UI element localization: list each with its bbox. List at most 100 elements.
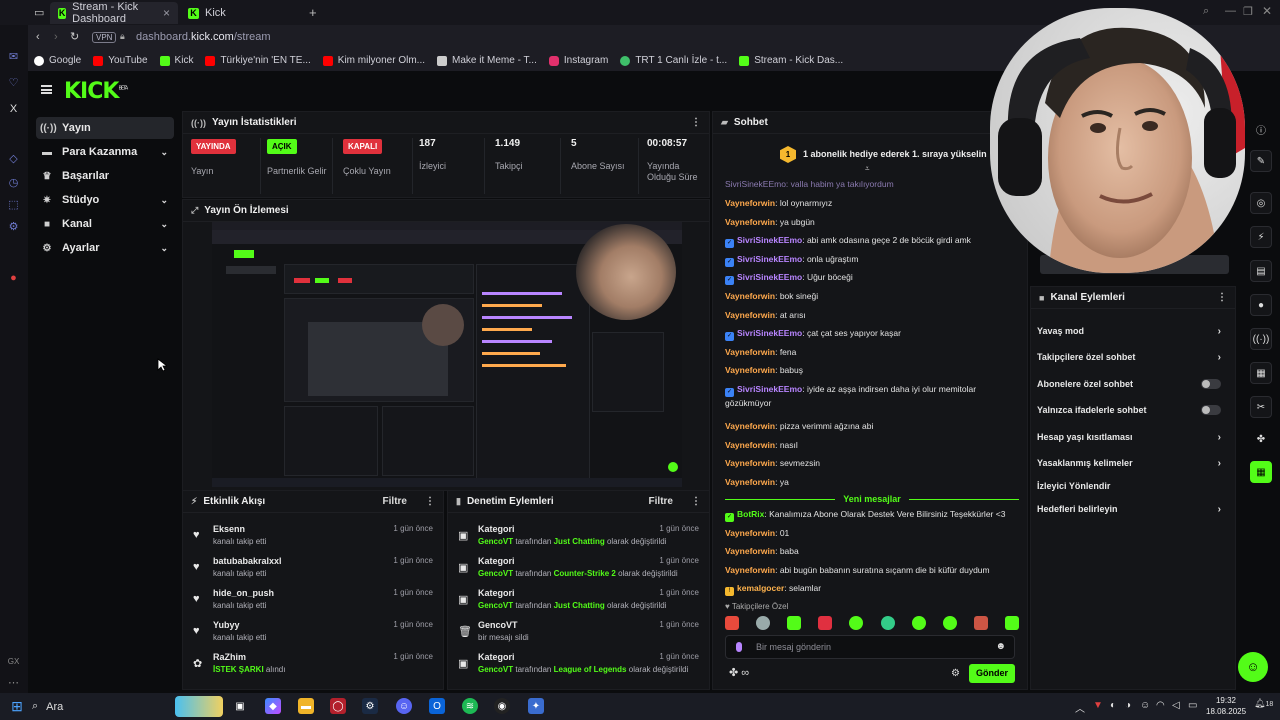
chat-bubble-icon[interactable]: ● — [1250, 294, 1272, 316]
channel-action-item[interactable]: Yasaklanmış kelimeler › — [1037, 452, 1221, 474]
chat-username[interactable]: kemalgocer — [737, 583, 784, 593]
emote-icon[interactable] — [725, 616, 739, 630]
more-options-icon[interactable]: ⋮ — [1217, 292, 1227, 303]
nav-item-yayin[interactable]: ((·)) Yayın — [36, 117, 174, 139]
channel-action-item[interactable]: Takipçilere özel sohbet › — [1037, 346, 1221, 368]
obs-icon[interactable]: ◉ — [494, 698, 510, 714]
chat-settings-icon[interactable]: ⚙ — [951, 668, 960, 679]
cube-icon[interactable]: ◇ — [7, 153, 20, 166]
activity-user[interactable]: batubabakralxxl — [213, 556, 282, 566]
nav-item-basarilar[interactable]: ♛ Başarılar — [36, 165, 174, 187]
wrench-icon[interactable]: ✂ — [1250, 396, 1272, 418]
tab-kick[interactable]: K Kick — [180, 2, 300, 24]
emote-icon[interactable] — [880, 616, 895, 630]
emote-icon[interactable] — [1004, 616, 1019, 630]
tray-discord-icon[interactable]: ☺ — [1140, 700, 1150, 711]
app-icon[interactable]: ✦ — [528, 698, 544, 714]
dashboard-icon[interactable]: ▦ — [1250, 461, 1272, 483]
notifications-icon[interactable]: 🔔︎18 — [1254, 698, 1273, 709]
activity-user[interactable]: Eksenn — [213, 524, 245, 534]
channel-action-item[interactable]: Hedefleri belirleyin › — [1037, 498, 1221, 520]
channel-action-item[interactable]: Yavaş mod › — [1037, 320, 1221, 342]
chat-username[interactable]: Vayneforwin — [725, 310, 775, 320]
bookmark-milyoner[interactable]: Kim milyoner Olm... — [322, 55, 425, 66]
mic-icon[interactable] — [736, 642, 742, 652]
nav-item-para-kazanma[interactable]: ▬ Para Kazanma ⌄ — [36, 141, 174, 163]
extension-icon[interactable]: ⬚ — [7, 199, 20, 212]
layout-icon[interactable]: ▦ — [1250, 362, 1272, 384]
task-view-icon[interactable]: ▣ — [232, 698, 248, 714]
chat-username[interactable]: SivriSinekEEmo — [737, 235, 802, 245]
menu-icon[interactable] — [41, 85, 52, 94]
discord-icon[interactable]: ☺ — [396, 698, 412, 714]
heart-icon[interactable]: ♡ — [7, 77, 20, 90]
channel-action-item[interactable]: Abonelere özel sohbet — [1037, 373, 1221, 395]
minimize-icon[interactable]: — — [1225, 5, 1236, 17]
emoji-icon[interactable]: ☻ — [995, 641, 1006, 652]
activity-user[interactable]: Yubyy — [213, 620, 240, 630]
search-highlight-image[interactable] — [175, 696, 223, 717]
taskbar-search[interactable]: ⌕ Ara — [32, 696, 172, 717]
opera-gx-icon[interactable]: ◯ — [330, 698, 346, 714]
activity-user[interactable]: hide_on_push — [213, 588, 274, 598]
url-field[interactable]: dashboard.kick.com/stream — [136, 31, 271, 43]
windows-start-icon[interactable]: ⊞ — [9, 698, 25, 714]
chat-username[interactable]: Vayneforwin — [725, 347, 775, 357]
chat-username[interactable]: BotRix — [737, 509, 764, 519]
apps-icon[interactable]: ✤ — [1250, 428, 1272, 450]
emote-icon[interactable] — [911, 616, 926, 630]
tab-stream-dashboard[interactable]: K Stream - Kick Dashboard × — [50, 1, 178, 25]
edit-icon[interactable]: ✎ — [1250, 150, 1272, 172]
vpn-badge[interactable]: VPN — [92, 32, 117, 43]
settings-icon[interactable]: ⚙ — [7, 221, 20, 234]
tray-app-icon[interactable]: ◐ — [1110, 700, 1116, 711]
outlook-icon[interactable]: O — [429, 698, 445, 714]
bookmark-meme[interactable]: Make it Meme - T... — [437, 55, 537, 66]
toggle-switch[interactable] — [1201, 379, 1221, 389]
new-tab-icon[interactable]: + — [309, 5, 317, 20]
emote-icon[interactable] — [818, 616, 833, 630]
chat-input[interactable]: Bir mesaj gönderin ☻ — [725, 635, 1015, 659]
chat-username[interactable]: Vayneforwin — [725, 565, 775, 575]
gx-icon[interactable]: GX — [7, 655, 20, 668]
bookmark-stream[interactable]: Stream - Kick Das... — [739, 55, 843, 66]
send-button[interactable]: Gönder — [969, 664, 1015, 683]
messenger-icon[interactable]: ✉ — [7, 51, 20, 64]
emote-icon[interactable] — [973, 616, 988, 630]
nav-item-ayarlar[interactable]: ⚙ Ayarlar ⌄ — [36, 237, 174, 259]
bookmark-kick[interactable]: Kick — [159, 55, 193, 66]
stream-preview-video[interactable] — [212, 222, 682, 487]
volume-icon[interactable]: ◁ — [1172, 700, 1180, 711]
x-twitter-icon[interactable]: X — [7, 103, 20, 116]
nav-item-studyo[interactable]: ✷ Stüdyo ⌄ — [36, 189, 174, 211]
emote-icon[interactable] — [942, 616, 957, 630]
more-options-icon[interactable]: ⋮ — [425, 496, 435, 507]
close-tab-icon[interactable]: × — [163, 6, 170, 20]
lightning-icon[interactable]: ⚡︎ — [1250, 226, 1272, 248]
pinned-banner[interactable]: 1 1 abonelik hediye ederek 1. sıraya yük… — [713, 136, 1029, 176]
document-icon[interactable]: ▤ — [1250, 260, 1272, 282]
chat-username[interactable]: SivriSinekEEmo — [737, 272, 802, 282]
chat-username[interactable]: Vayneforwin — [725, 546, 775, 556]
search-tabs-icon[interactable]: ⌕ — [1203, 5, 1209, 18]
steam-icon[interactable]: ⚙ — [362, 698, 378, 714]
info-icon[interactable]: ⓘ — [1250, 118, 1272, 140]
emote-icon[interactable] — [787, 616, 802, 630]
channel-action-item[interactable]: İzleyici Yönlendir — [1037, 475, 1221, 497]
chat-username[interactable]: Vayneforwin — [725, 365, 775, 375]
back-icon[interactable]: ‹ — [36, 31, 40, 43]
clock-icon[interactable]: ◷ — [7, 177, 20, 190]
file-explorer-icon[interactable]: ▬ — [298, 698, 314, 714]
toggle-switch[interactable] — [1201, 405, 1221, 415]
chat-username[interactable]: Vayneforwin — [725, 477, 775, 487]
close-window-icon[interactable]: ✕ — [1262, 4, 1272, 18]
chat-username[interactable]: Vayneforwin — [725, 291, 775, 301]
chat-username[interactable]: SivriSinekEEmo — [737, 254, 802, 264]
wifi-icon[interactable]: ◠ — [1156, 700, 1165, 711]
channel-action-item[interactable]: Hesap yaşı kısıtlaması › — [1037, 426, 1221, 448]
chat-username[interactable]: SivriSinekEEmo — [737, 328, 802, 338]
ublock-icon[interactable]: ● — [7, 272, 20, 285]
chat-username[interactable]: Vayneforwin — [725, 198, 775, 208]
taskbar-clock[interactable]: 19:32 18.08.2025 — [1206, 695, 1246, 717]
activity-user[interactable]: RaZhim — [213, 652, 246, 662]
